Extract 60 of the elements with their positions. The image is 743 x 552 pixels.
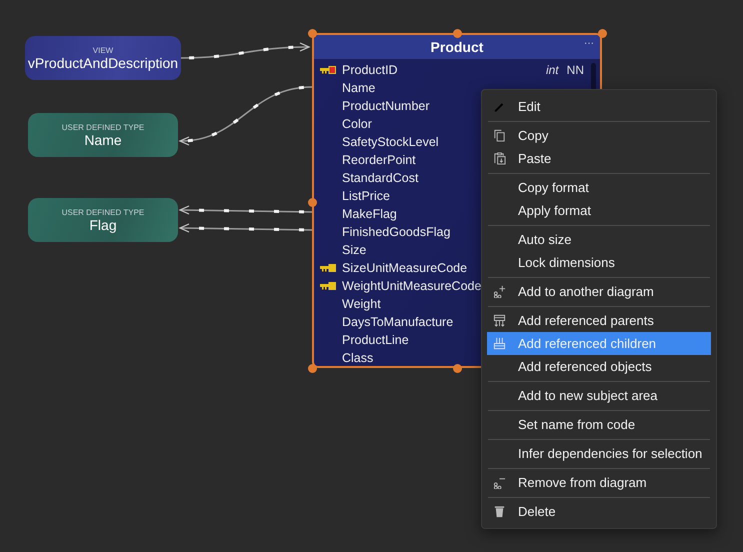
- resize-handle[interactable]: [452, 28, 462, 38]
- type-node[interactable]: USER DEFINED TYPE Flag: [28, 198, 178, 242]
- menu-item[interactable]: Copy: [487, 124, 711, 147]
- node-caption: USER DEFINED TYPE: [62, 122, 144, 132]
- node-name: vProductAndDescription: [28, 54, 178, 70]
- key-icon: [320, 282, 336, 290]
- remove-diagram-icon: [493, 476, 506, 489]
- menu-item[interactable]: Auto size: [487, 228, 711, 251]
- column-type: int: [546, 63, 559, 77]
- column-name: SafetyStockLevel: [342, 135, 439, 149]
- menu-item[interactable]: Lock dimensions: [487, 251, 711, 274]
- trash-icon: [493, 505, 506, 518]
- not-null-label: NN: [566, 63, 584, 77]
- more-button[interactable]: ···: [584, 38, 594, 49]
- column-name: FinishedGoodsFlag: [342, 225, 450, 239]
- copy-icon: [493, 129, 506, 142]
- column-name: ProductLine: [342, 333, 409, 347]
- menu-item[interactable]: Infer dependencies for selection: [487, 442, 711, 465]
- key-icon: [320, 66, 336, 74]
- column-name: ProductNumber: [342, 99, 430, 113]
- column-name: Size: [342, 243, 366, 257]
- children-icon: [493, 337, 506, 350]
- column-name: Class: [342, 351, 374, 365]
- node-caption: VIEW: [92, 46, 114, 54]
- menu-item[interactable]: Add to new subject area: [487, 384, 711, 407]
- column-name: ReorderPoint: [342, 153, 416, 167]
- menu-item[interactable]: Add to another diagram: [487, 280, 711, 303]
- menu-item[interactable]: Remove from diagram: [487, 471, 711, 494]
- add-diagram-icon: [493, 285, 506, 298]
- menu-item[interactable]: Paste: [487, 147, 711, 170]
- key-icon: [320, 264, 336, 272]
- menu-item[interactable]: Set name from code: [487, 413, 711, 436]
- column-name: DaysToManufacture: [342, 315, 454, 329]
- resize-handle[interactable]: [308, 28, 316, 38]
- column-name: SizeUnitMeasureCode: [342, 261, 468, 275]
- column-name: ListPrice: [342, 189, 390, 203]
- column-name: Color: [342, 117, 372, 131]
- resize-handle[interactable]: [308, 198, 316, 206]
- resize-handle[interactable]: [598, 28, 606, 38]
- column-name: MakeFlag: [342, 207, 397, 221]
- menu-item[interactable]: Apply format: [487, 199, 711, 222]
- menu-item[interactable]: Copy format: [487, 176, 711, 199]
- node-name: Flag: [89, 216, 117, 232]
- resize-handle[interactable]: [308, 364, 316, 372]
- view-node[interactable]: VIEW vProductAndDescription: [25, 36, 181, 80]
- table-title: Product: [430, 39, 484, 55]
- column-name: StandardCost: [342, 171, 418, 185]
- menu-item[interactable]: Edit: [487, 95, 711, 118]
- type-node[interactable]: USER DEFINED TYPE Name: [28, 113, 178, 157]
- column-name: Name: [342, 81, 376, 95]
- column-name: ProductID: [342, 63, 398, 77]
- paste-icon: [493, 152, 506, 165]
- menu-item[interactable]: Delete: [487, 500, 711, 523]
- node-name: Name: [84, 132, 122, 148]
- column-name: WeightUnitMeasureCode: [342, 279, 482, 293]
- column-name: Weight: [342, 297, 381, 311]
- parents-icon: [493, 314, 506, 327]
- menu-item[interactable]: Add referenced objects: [487, 355, 711, 378]
- menu-item[interactable]: Add referenced parents: [487, 309, 711, 332]
- node-caption: USER DEFINED TYPE: [62, 208, 144, 216]
